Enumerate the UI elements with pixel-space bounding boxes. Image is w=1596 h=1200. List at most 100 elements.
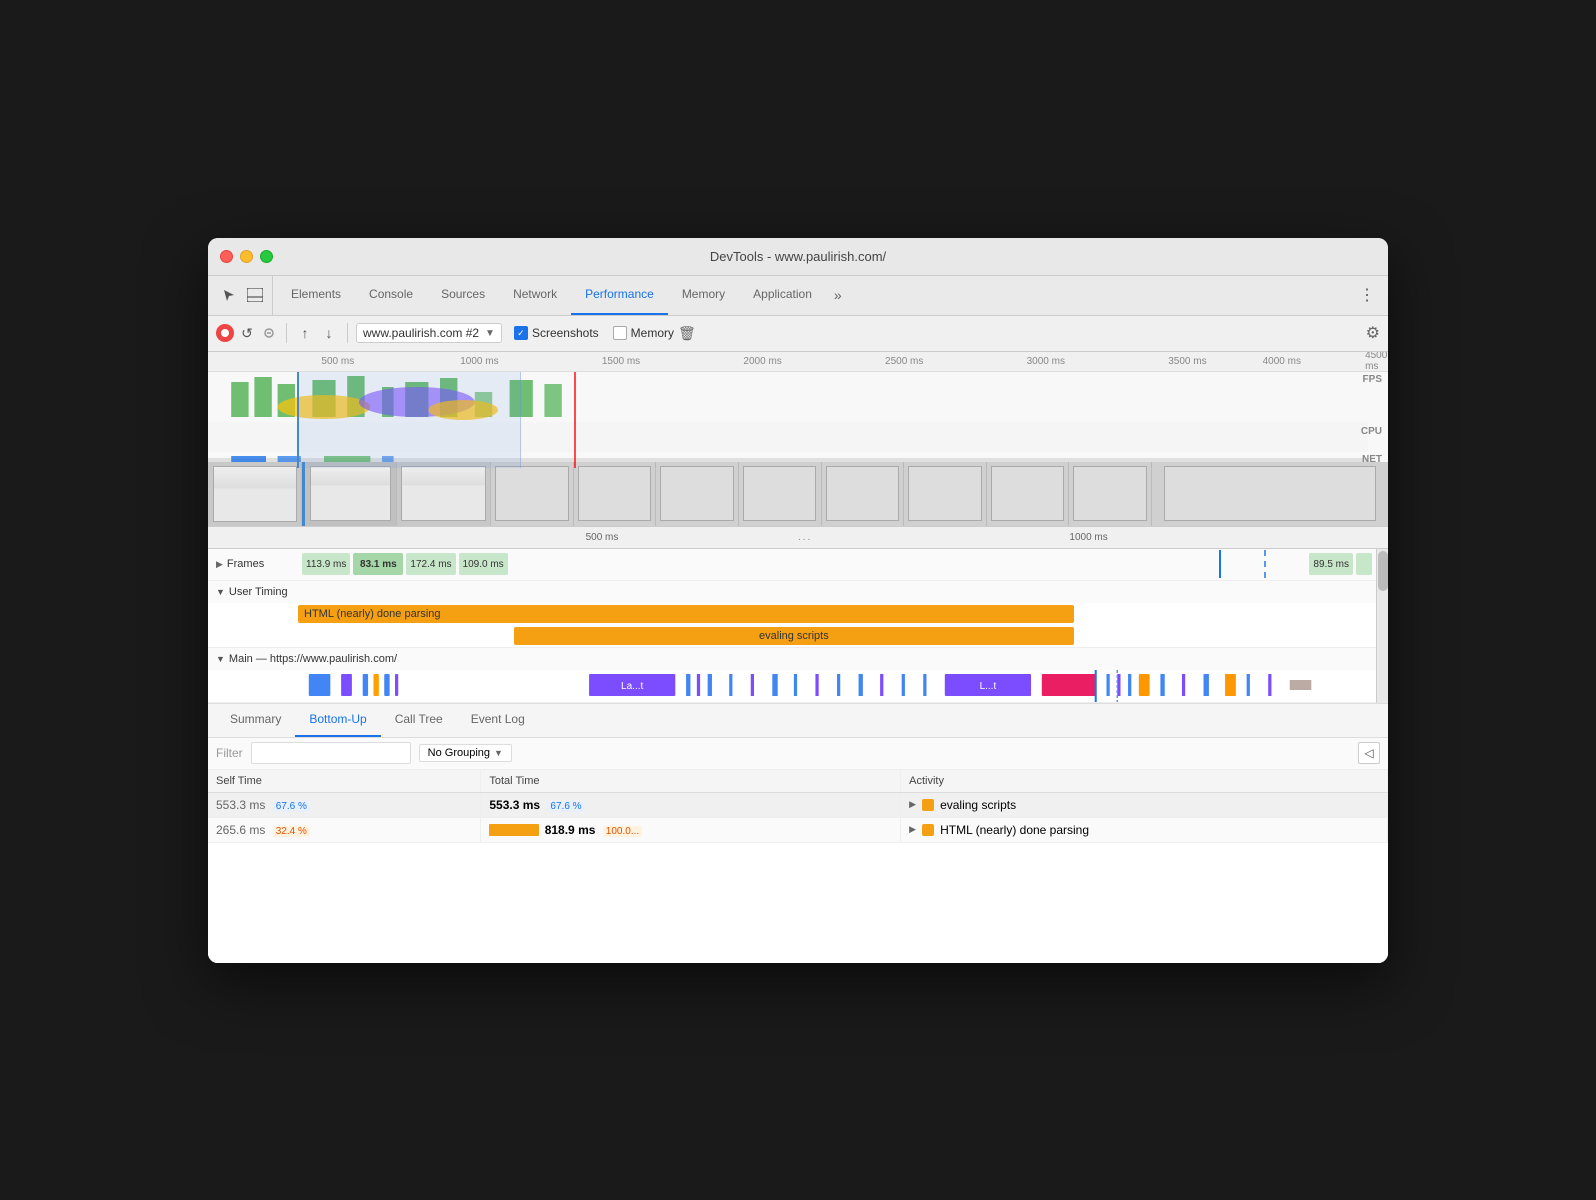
- maximize-button[interactable]: [260, 250, 273, 263]
- frame-block-0[interactable]: 113.9 ms: [302, 553, 350, 575]
- tab-console[interactable]: Console: [355, 276, 427, 315]
- frame-selection-line: [1219, 550, 1221, 578]
- bottom-ruler-tick-1000: 1000 ms: [1069, 532, 1107, 543]
- frame-duration-4: 89.5 ms: [1313, 559, 1349, 570]
- screenshot-thumb-2[interactable]: [302, 462, 396, 527]
- timeline-chart-area: FPS CPU NET: [208, 372, 1388, 527]
- tab-application[interactable]: Application: [739, 276, 826, 315]
- frames-content: 113.9 ms 83.1 ms 172.4 ms 109.0 ms: [298, 549, 1376, 580]
- col-header-total-time[interactable]: Total Time: [481, 770, 901, 793]
- tab-elements[interactable]: Elements: [277, 276, 355, 315]
- frames-expand-icon[interactable]: ▶: [216, 559, 223, 570]
- screenshot-thumb-4[interactable]: [491, 462, 574, 527]
- ruler-tick-3500: 3500 ms: [1168, 356, 1206, 367]
- screenshots-checkbox-group[interactable]: ✓ Screenshots: [514, 326, 599, 340]
- activity-cell-inner-0: ▶ evaling scripts: [909, 798, 1379, 812]
- activity-color-0: [922, 799, 934, 811]
- bottom-ruler-tick-500: 500 ms: [586, 532, 619, 543]
- download-button[interactable]: ↓: [319, 323, 339, 343]
- screenshot-strip[interactable]: [208, 462, 1388, 527]
- close-button[interactable]: [220, 250, 233, 263]
- frame-block-1[interactable]: 83.1 ms: [353, 553, 403, 575]
- memory-checkbox-group[interactable]: Memory: [613, 326, 674, 340]
- user-timing-label: User Timing: [229, 586, 288, 598]
- col-header-self-time[interactable]: Self Time: [208, 770, 481, 793]
- checkbox-group: ✓ Screenshots Memory: [514, 326, 674, 340]
- screenshot-thumb-5[interactable]: [574, 462, 657, 527]
- upload-button[interactable]: ↑: [295, 323, 315, 343]
- html-timing-bar[interactable]: HTML (nearly) done parsing: [298, 605, 1074, 623]
- record-button[interactable]: [216, 324, 234, 342]
- main-expand-icon[interactable]: ▼: [216, 654, 225, 664]
- screenshot-thumb-1[interactable]: [208, 462, 302, 527]
- self-time-value-0: 553.3 ms 67.6 %: [216, 798, 310, 812]
- devtools-menu-button[interactable]: ⋮: [1358, 286, 1376, 304]
- frame-block-3[interactable]: 109.0 ms: [459, 553, 508, 575]
- frame-duration-1: 83.1 ms: [360, 559, 397, 570]
- evaling-timing-row: evaling scripts: [208, 625, 1376, 647]
- tab-event-log[interactable]: Event Log: [457, 703, 539, 737]
- url-selector-arrow: ▼: [485, 328, 495, 339]
- total-time-ms-0: 553.3 ms: [489, 798, 540, 812]
- tab-call-tree[interactable]: Call Tree: [381, 703, 457, 737]
- timeline-scroll-thumb[interactable]: [1378, 551, 1388, 591]
- fps-chart: [208, 372, 1368, 422]
- evaling-timing-bar[interactable]: evaling scripts: [514, 627, 1075, 645]
- grouping-select[interactable]: No Grouping ▼: [419, 744, 512, 762]
- memory-checkbox[interactable]: [613, 326, 627, 340]
- screenshot-thumb-6[interactable]: [656, 462, 739, 527]
- frame-block-4[interactable]: 89.5 ms: [1309, 553, 1353, 575]
- row-expand-0[interactable]: ▶: [909, 799, 916, 810]
- main-thread-header: ▼ Main — https://www.paulirish.com/: [208, 648, 1376, 670]
- total-time-cell-0: 553.3 ms 67.6 %: [481, 792, 901, 817]
- frame-duration-0: 113.9 ms: [306, 559, 346, 570]
- frames-row: ▶ Frames 113.9 ms 83.1 ms 172.4 ms: [208, 549, 1376, 581]
- tab-bottom-up[interactable]: Bottom-Up: [295, 703, 380, 737]
- timeline-ruler: 500 ms 1000 ms 1500 ms 2000 ms 2500 ms 3…: [208, 352, 1388, 372]
- screenshot-thumb-3[interactable]: [397, 462, 491, 527]
- html-timing-label: HTML (nearly) done parsing: [304, 608, 441, 620]
- stop-recording-button[interactable]: [260, 324, 278, 342]
- total-time-ms-1: 818.9 ms: [545, 823, 596, 837]
- window-title: DevTools - www.paulirish.com/: [710, 249, 886, 264]
- screenshot-thumb-12[interactable]: [1152, 462, 1388, 527]
- screenshot-thumb-8[interactable]: [822, 462, 905, 527]
- ruler-tick-1500: 1500 ms: [602, 356, 640, 367]
- frame-block-2[interactable]: 172.4 ms: [406, 553, 455, 575]
- tab-sources[interactable]: Sources: [427, 276, 499, 315]
- timeline-vertical-scrollbar[interactable]: [1376, 549, 1388, 703]
- more-tabs-button[interactable]: »: [826, 276, 850, 315]
- tab-summary[interactable]: Summary: [216, 703, 295, 737]
- dock-icon[interactable]: [246, 286, 264, 304]
- col-header-activity[interactable]: Activity: [901, 770, 1388, 793]
- reload-and-record-button[interactable]: ↺: [238, 324, 256, 342]
- user-timing-expand-icon[interactable]: ▼: [216, 587, 225, 597]
- minimize-button[interactable]: [240, 250, 253, 263]
- settings-button[interactable]: ⚙: [1366, 323, 1380, 343]
- self-time-cell-0: 553.3 ms 67.6 %: [208, 792, 481, 817]
- url-selector[interactable]: www.paulirish.com #2 ▼: [356, 323, 502, 343]
- tab-network[interactable]: Network: [499, 276, 571, 315]
- frame-block-small[interactable]: [1356, 553, 1372, 575]
- screenshot-thumb-9[interactable]: [904, 462, 987, 527]
- frames-label-text: Frames: [227, 558, 264, 570]
- tab-bar-icons: [212, 276, 273, 315]
- row-expand-1[interactable]: ▶: [909, 824, 916, 835]
- screenshot-thumb-10[interactable]: [987, 462, 1070, 527]
- ruler-tick-2000: 2000 ms: [743, 356, 781, 367]
- filter-input[interactable]: [251, 742, 411, 764]
- activity-cell-inner-1: ▶ HTML (nearly) done parsing: [909, 823, 1379, 837]
- clear-button[interactable]: 🗑: [678, 325, 696, 342]
- cursor-icon[interactable]: [220, 286, 238, 304]
- timeline-detail: ▶ Frames 113.9 ms 83.1 ms 172.4 ms: [208, 549, 1388, 704]
- bottom-ruler: 500 ms 1000 ms ...: [208, 527, 1388, 549]
- screenshot-thumb-7[interactable]: [739, 462, 822, 527]
- collapse-panel-button[interactable]: ◁: [1358, 742, 1380, 764]
- screenshot-thumb-11[interactable]: [1069, 462, 1152, 527]
- tab-performance[interactable]: Performance: [571, 276, 668, 315]
- tab-memory[interactable]: Memory: [668, 276, 739, 315]
- screenshots-checkbox[interactable]: ✓: [514, 326, 528, 340]
- total-time-pct-0: 67.6 %: [547, 801, 584, 812]
- devtools-window: DevTools - www.paulirish.com/ Elements C…: [208, 238, 1388, 963]
- timeline-overview[interactable]: 500 ms 1000 ms 1500 ms 2000 ms 2500 ms 3…: [208, 352, 1388, 527]
